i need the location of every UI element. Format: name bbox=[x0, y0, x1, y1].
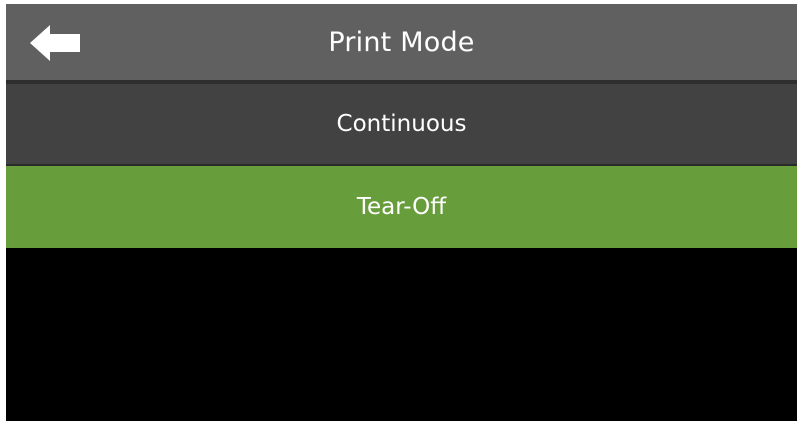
menu-item-label: Continuous bbox=[336, 111, 467, 137]
menu-item-tear-off[interactable]: Tear-Off bbox=[6, 166, 797, 248]
menu-item-label: Tear-Off bbox=[356, 194, 447, 220]
arrow-left-icon bbox=[30, 25, 80, 61]
page-title: Print Mode bbox=[328, 26, 475, 58]
header-bar: Print Mode bbox=[6, 4, 797, 80]
back-button[interactable] bbox=[28, 22, 84, 64]
menu-item-continuous[interactable]: Continuous bbox=[6, 84, 797, 164]
print-mode-screen: Print Mode Continuous Tear-Off bbox=[6, 4, 797, 421]
